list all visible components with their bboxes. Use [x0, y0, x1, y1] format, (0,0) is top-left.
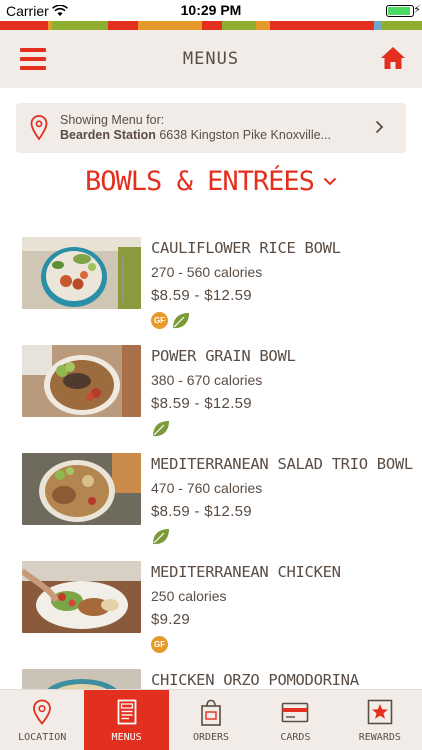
- tab-label: LOCATION: [18, 732, 67, 743]
- stripe-segment: [374, 21, 382, 30]
- item-name: MEDITERRANEAN SALAD TRIO BOWL: [151, 455, 413, 473]
- clock: 10:29 PM: [180, 2, 242, 18]
- item-name: CAULIFLOWER RICE BOWL: [151, 239, 341, 257]
- location-selector[interactable]: Showing Menu for: Bearden Station 6638 K…: [16, 103, 406, 153]
- tab-label: CARDS: [280, 732, 311, 743]
- tab-menus[interactable]: MENUS: [84, 690, 169, 750]
- leaf-icon: [173, 313, 189, 329]
- item-price: $9.29: [151, 611, 191, 628]
- tab-location[interactable]: LOCATION: [0, 690, 84, 750]
- menu-item[interactable]: CAULIFLOWER RICE BOWL 270 - 560 calories…: [22, 237, 406, 337]
- menu-item[interactable]: MEDITERRANEAN CHICKEN 250 calories $9.29…: [22, 561, 406, 661]
- tab-cards[interactable]: CARDS: [253, 690, 337, 750]
- shopping-bag-icon: [201, 699, 221, 726]
- charging-icon: ⚡: [413, 3, 421, 16]
- menu-document-icon: [117, 699, 137, 725]
- item-name: CHICKEN ORZO POMODORINA: [151, 671, 359, 689]
- status-bar: Carrier 10:29 PM ⚡: [0, 0, 422, 21]
- tab-label: ORDERS: [192, 732, 230, 743]
- category-selector[interactable]: BOWLS & ENTRÉES: [0, 166, 422, 197]
- item-price: $8.59 - $12.59: [151, 395, 252, 412]
- item-name: POWER GRAIN BOWL: [151, 347, 296, 365]
- app-header: MENUS: [0, 30, 422, 88]
- leaf-icon: [153, 421, 169, 437]
- brand-color-stripe: [0, 21, 422, 30]
- tab-label: REWARDS: [358, 732, 401, 743]
- stripe-segment: [108, 21, 138, 30]
- cauliflower-rice-bowl-photo: [22, 237, 141, 309]
- location-address: 6638 Kingston Pike Knoxville...: [159, 128, 331, 142]
- stripe-segment: [256, 21, 270, 30]
- location-pin-icon: [30, 115, 48, 141]
- gluten-free-badge: GF: [151, 312, 168, 329]
- home-icon[interactable]: [380, 46, 406, 70]
- stripe-segment: [138, 21, 202, 30]
- gift-card-icon: [282, 702, 309, 723]
- chevron-down-icon: [323, 177, 337, 186]
- stripe-segment: [382, 21, 422, 30]
- item-price: $8.59 - $12.59: [151, 503, 252, 520]
- menu-item[interactable]: POWER GRAIN BOWL 380 - 670 calories $8.5…: [22, 345, 406, 445]
- bottom-tab-bar: LOCATION MENUS ORDERS CARDS REWARDS: [0, 689, 422, 750]
- tab-label: MENUS: [111, 732, 142, 743]
- stripe-segment: [202, 21, 222, 30]
- item-price: $8.59 - $12.59: [151, 287, 252, 304]
- mediterranean-chicken-photo: [22, 561, 141, 633]
- hamburger-menu-icon[interactable]: [20, 48, 46, 70]
- item-calories: 470 - 760 calories: [151, 480, 263, 496]
- page-title: MENUS: [182, 49, 240, 69]
- location-detail: Bearden Station 6638 Kingston Pike Knoxv…: [60, 128, 360, 142]
- item-name: MEDITERRANEAN CHICKEN: [151, 563, 341, 581]
- stripe-segment: [222, 21, 256, 30]
- stripe-segment: [270, 21, 374, 30]
- menu-item[interactable]: MEDITERRANEAN SALAD TRIO BOWL 470 - 760 …: [22, 453, 413, 553]
- mediterranean-salad-trio-bowl-photo: [22, 453, 141, 525]
- stripe-segment: [52, 21, 108, 30]
- location-prefix: Showing Menu for:: [60, 113, 165, 127]
- leaf-icon: [153, 529, 169, 545]
- item-calories: 270 - 560 calories: [151, 264, 263, 280]
- category-title: BOWLS & ENTRÉES: [85, 166, 315, 197]
- gluten-free-badge: GF: [151, 636, 168, 653]
- item-calories: 250 calories: [151, 588, 227, 604]
- power-grain-bowl-photo: [22, 345, 141, 417]
- stripe-segment: [0, 21, 48, 30]
- battery-icon: [386, 5, 414, 17]
- tab-rewards[interactable]: REWARDS: [338, 690, 422, 750]
- tab-orders[interactable]: ORDERS: [169, 690, 253, 750]
- star-icon: [367, 699, 393, 725]
- location-pin-icon: [33, 699, 52, 725]
- chevron-right-icon: [375, 120, 384, 134]
- item-calories: 380 - 670 calories: [151, 372, 263, 388]
- location-name: Bearden Station: [60, 128, 156, 142]
